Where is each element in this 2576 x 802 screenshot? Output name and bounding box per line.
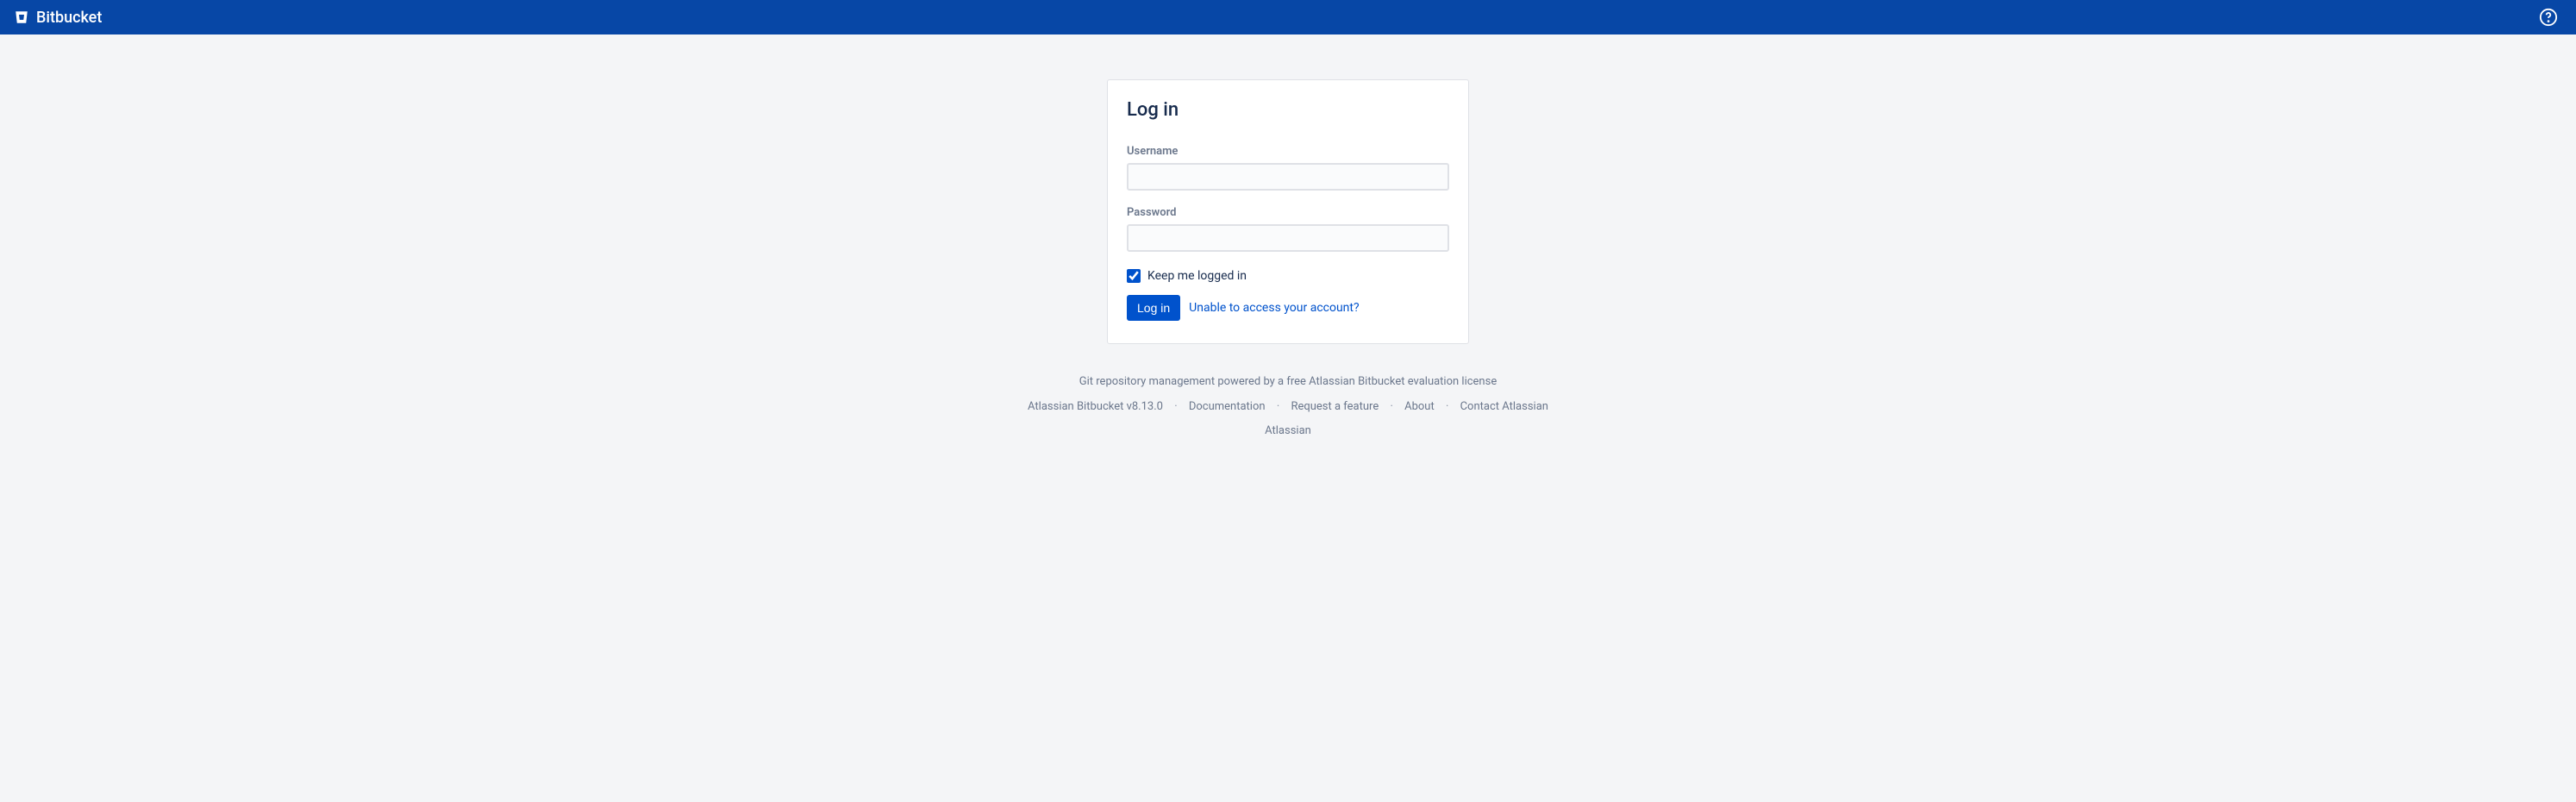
- username-group: Username: [1127, 145, 1449, 191]
- footer-company-link[interactable]: Atlassian: [1265, 424, 1311, 437]
- login-panel: Log in Username Password Keep me logged …: [1107, 79, 1469, 344]
- product-name: Bitbucket: [36, 9, 102, 27]
- username-label: Username: [1127, 145, 1449, 158]
- footer-separator: ·: [1277, 400, 1279, 413]
- username-input[interactable]: [1127, 163, 1449, 191]
- login-button[interactable]: Log in: [1127, 295, 1180, 321]
- footer: Git repository management powered by a f…: [0, 370, 2576, 442]
- footer-separator: ·: [1390, 400, 1392, 413]
- password-group: Password: [1127, 206, 1449, 252]
- footer-links: Atlassian Bitbucket v8.13.0 · Documentat…: [0, 395, 2576, 442]
- help-icon[interactable]: [2535, 3, 2562, 31]
- remember-label[interactable]: Keep me logged in: [1147, 269, 1247, 283]
- action-row: Log in Unable to access your account?: [1127, 295, 1449, 321]
- footer-request-feature-link[interactable]: Request a feature: [1291, 400, 1379, 413]
- footer-contact-link[interactable]: Contact Atlassian: [1460, 400, 1548, 413]
- footer-tagline: Git repository management powered by a f…: [0, 370, 2576, 393]
- footer-version: Atlassian Bitbucket v8.13.0: [1028, 400, 1163, 413]
- remember-checkbox[interactable]: [1127, 269, 1141, 283]
- footer-documentation-link[interactable]: Documentation: [1189, 400, 1266, 413]
- footer-separator: ·: [1174, 400, 1177, 413]
- password-label: Password: [1127, 206, 1449, 219]
- product-logo[interactable]: Bitbucket: [14, 9, 102, 27]
- access-help-link[interactable]: Unable to access your account?: [1189, 301, 1359, 315]
- remember-row: Keep me logged in: [1127, 269, 1449, 283]
- app-header: Bitbucket: [0, 0, 2576, 34]
- password-input[interactable]: [1127, 224, 1449, 252]
- footer-about-link[interactable]: About: [1404, 400, 1435, 413]
- footer-separator: ·: [1446, 400, 1448, 413]
- bitbucket-icon: [14, 9, 29, 25]
- login-title: Log in: [1127, 99, 1449, 121]
- main-content: Log in Username Password Keep me logged …: [0, 34, 2576, 344]
